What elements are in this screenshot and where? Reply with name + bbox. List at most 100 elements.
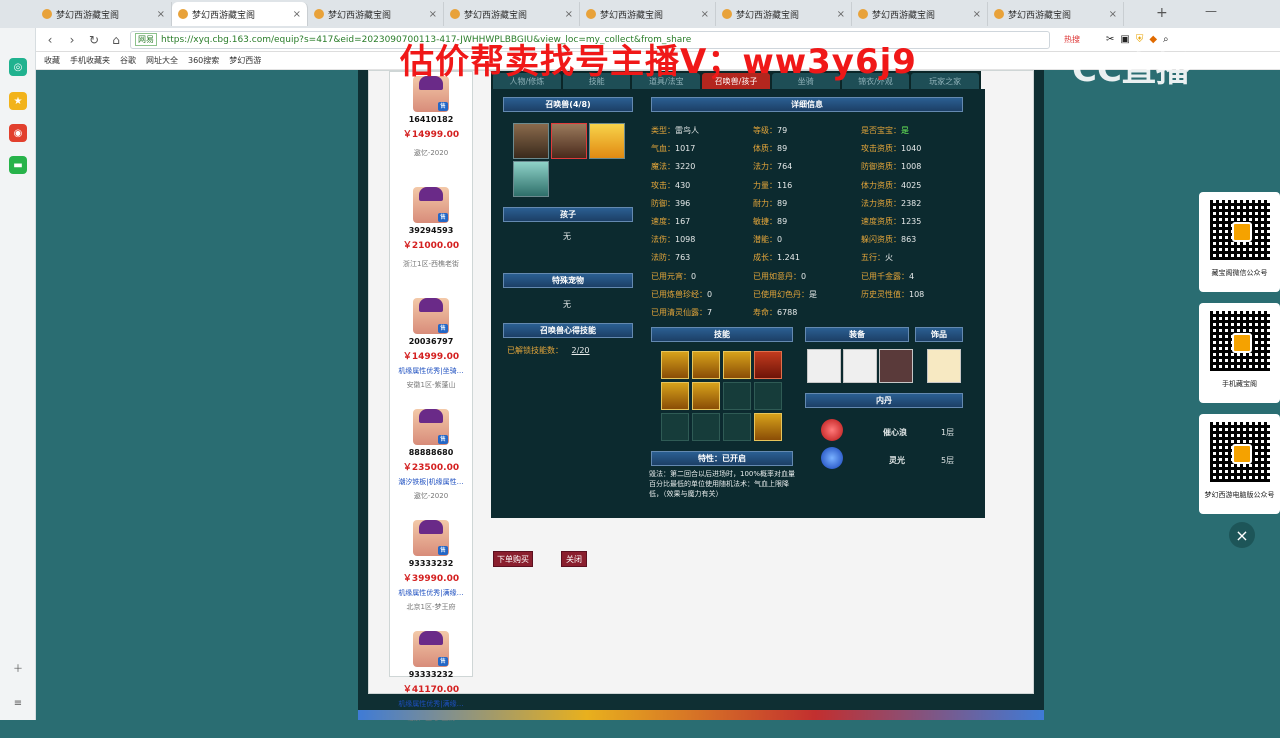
compass-icon[interactable]: ◎ <box>9 58 27 76</box>
pet-panel: 召唤兽(4/8) 孩子 无 特殊宠物 无 召唤兽心得技能 已解锁技能数： 2/2… <box>491 89 985 518</box>
bookmark-item[interactable]: 网址大全 <box>146 55 178 66</box>
buy-button[interactable]: 下单购买 <box>493 551 533 567</box>
skill-icon[interactable] <box>723 382 751 410</box>
neidan-name: 灵光 <box>889 456 905 465</box>
pet-slot[interactable] <box>513 161 549 197</box>
skill-icon[interactable] <box>661 382 689 410</box>
child-value: 无 <box>563 232 571 241</box>
browser-tab[interactable]: 梦幻西游藏宝阁 × <box>988 2 1124 26</box>
skill-icon[interactable] <box>754 351 782 379</box>
bookmark-item[interactable]: 收藏 <box>44 55 60 66</box>
close-button[interactable]: 关闭 <box>561 551 587 567</box>
seller-price: ￥14999.00 <box>402 352 460 362</box>
back-icon[interactable]: ‹ <box>42 32 58 48</box>
stat-value: 4025 <box>901 180 922 190</box>
close-tab-icon[interactable]: × <box>565 9 573 20</box>
seller-attributes[interactable]: 潮汐铁板|机缘属性… <box>390 477 472 487</box>
avatar[interactable]: 售 <box>413 409 449 445</box>
avatar[interactable]: 售 <box>413 631 449 667</box>
stat-cell: 已用清灵仙露：7 <box>651 307 712 318</box>
seller-attributes[interactable]: 机缘属性优秀|满缘… <box>390 699 472 709</box>
avatar[interactable]: 售 <box>413 187 449 223</box>
browser-tab[interactable]: 梦幻西游藏宝阁 × <box>716 2 852 26</box>
skill-icon[interactable] <box>661 351 689 379</box>
stat-label: 攻击资质： <box>861 144 901 154</box>
browser-tab[interactable]: 梦幻西游藏宝阁 × <box>580 2 716 26</box>
browser-tab[interactable]: 梦幻西游藏宝阁 × <box>308 2 444 26</box>
bookmark-item[interactable]: 谷歌 <box>120 55 136 66</box>
stat-cell: 攻击资质：1040 <box>861 143 921 154</box>
seller-attributes[interactable]: 机缘属性优秀|满缘… <box>390 588 472 598</box>
close-tab-icon[interactable]: × <box>701 9 709 20</box>
browser-tab[interactable]: 梦幻西游藏宝阁 × <box>172 2 308 26</box>
seller-attributes[interactable]: 机缘属性优秀|坐骑… <box>390 366 472 376</box>
browser-tab[interactable]: 梦幻西游藏宝阁 × <box>852 2 988 26</box>
stat-label: 历史灵性值： <box>861 289 909 299</box>
seller-item[interactable]: 售 39294593 ￥21000.00 浙江1区-西樵老街 <box>390 187 472 294</box>
unlocked-value[interactable]: 2/20 <box>572 346 590 355</box>
star-icon[interactable]: ★ <box>9 92 27 110</box>
pet-slot[interactable] <box>589 123 625 159</box>
minimize-button[interactable]: — <box>1205 4 1217 18</box>
skill-icon[interactable] <box>692 351 720 379</box>
mail-icon[interactable]: ▬ <box>9 156 27 174</box>
close-tab-icon[interactable]: × <box>973 9 981 20</box>
special-pet-value: 无 <box>563 300 571 309</box>
skill-icon[interactable] <box>692 413 720 441</box>
favicon-icon <box>42 9 52 19</box>
close-tab-icon[interactable]: × <box>293 9 301 20</box>
neidan-level: 5层 <box>941 456 955 465</box>
favicon-icon <box>858 9 868 19</box>
equip-slot[interactable] <box>879 349 913 383</box>
close-tab-icon[interactable]: × <box>429 9 437 20</box>
seller-item[interactable]: 售 16410182 ￥14999.00 遨忆-2020 <box>390 76 472 183</box>
trait-text: 毁法：第二回合以后进场时，100%概率对血量百分比最低的单位使用随机法术：气血上… <box>649 470 796 498</box>
skill-icon[interactable] <box>692 382 720 410</box>
skill-icon[interactable] <box>723 351 751 379</box>
close-tab-icon[interactable]: × <box>157 9 165 20</box>
tab-title: 梦幻西游藏宝阁 <box>56 10 120 21</box>
weibo-icon[interactable]: ◉ <box>9 124 27 142</box>
equip-slot[interactable] <box>843 349 877 383</box>
favicon-icon <box>450 9 460 19</box>
skill-icon[interactable] <box>723 413 751 441</box>
seller-item[interactable]: 售 88888680 ￥23500.00 潮汐铁板|机缘属性… 遨忆-2020 <box>390 409 472 516</box>
stat-cell: 体质：89 <box>753 143 787 154</box>
browser-tab[interactable]: 梦幻西游藏宝阁 × <box>36 2 172 26</box>
home-icon[interactable]: ⌂ <box>108 32 124 48</box>
bookmark-item[interactable]: 手机收藏夹 <box>70 55 110 66</box>
ornament-slot[interactable] <box>927 349 961 383</box>
tab-title: 梦幻西游藏宝阁 <box>600 10 664 21</box>
seller-item[interactable]: 售 20036797 ￥14999.00 机缘属性优秀|坐骑… 安徽1区-紫蓬山 <box>390 298 472 405</box>
bookmark-item[interactable]: 梦幻西游 <box>229 55 261 66</box>
reload-icon[interactable]: ↻ <box>86 32 102 48</box>
close-tab-icon[interactable]: × <box>1109 9 1117 20</box>
close-icon[interactable]: × <box>1229 522 1255 548</box>
skill-icon[interactable] <box>661 413 689 441</box>
equip-slot[interactable] <box>807 349 841 383</box>
browser-tab[interactable]: 梦幻西游藏宝阁 × <box>444 2 580 26</box>
menu-icon[interactable]: ≡ <box>9 694 27 712</box>
seller-item[interactable]: 售 93333232 ￥39990.00 机缘属性优秀|满缘… 北京1区-梦王府 <box>390 520 472 627</box>
equip-header: 装备 <box>805 327 909 342</box>
sale-badge: 售 <box>438 546 448 555</box>
stat-cell: 敏捷：89 <box>753 216 787 227</box>
new-tab-button[interactable]: + <box>1156 5 1168 21</box>
forward-icon[interactable]: › <box>64 32 80 48</box>
seller-item[interactable]: 售93333232￥41170.00机缘属性优秀|满缘…北京1区-梦王府 <box>390 631 472 738</box>
add-icon[interactable]: ＋ <box>9 658 27 676</box>
stat-label: 耐力： <box>753 198 777 208</box>
skill-icon[interactable] <box>754 382 782 410</box>
stat-value: 0 <box>707 289 713 299</box>
close-tab-icon[interactable]: × <box>837 9 845 20</box>
neidan-orb-icon[interactable] <box>821 419 843 441</box>
neidan-orb-icon[interactable] <box>821 447 843 469</box>
avatar[interactable]: 售 <box>413 520 449 556</box>
detail-tab[interactable]: 玩家之家 <box>911 73 980 89</box>
pet-slot-selected[interactable] <box>551 123 587 159</box>
pet-slot[interactable] <box>513 123 549 159</box>
bookmark-item[interactable]: 360搜索 <box>188 55 219 66</box>
stat-value: 1017 <box>675 144 696 154</box>
skill-icon[interactable] <box>754 413 782 441</box>
avatar[interactable]: 售 <box>413 298 449 334</box>
